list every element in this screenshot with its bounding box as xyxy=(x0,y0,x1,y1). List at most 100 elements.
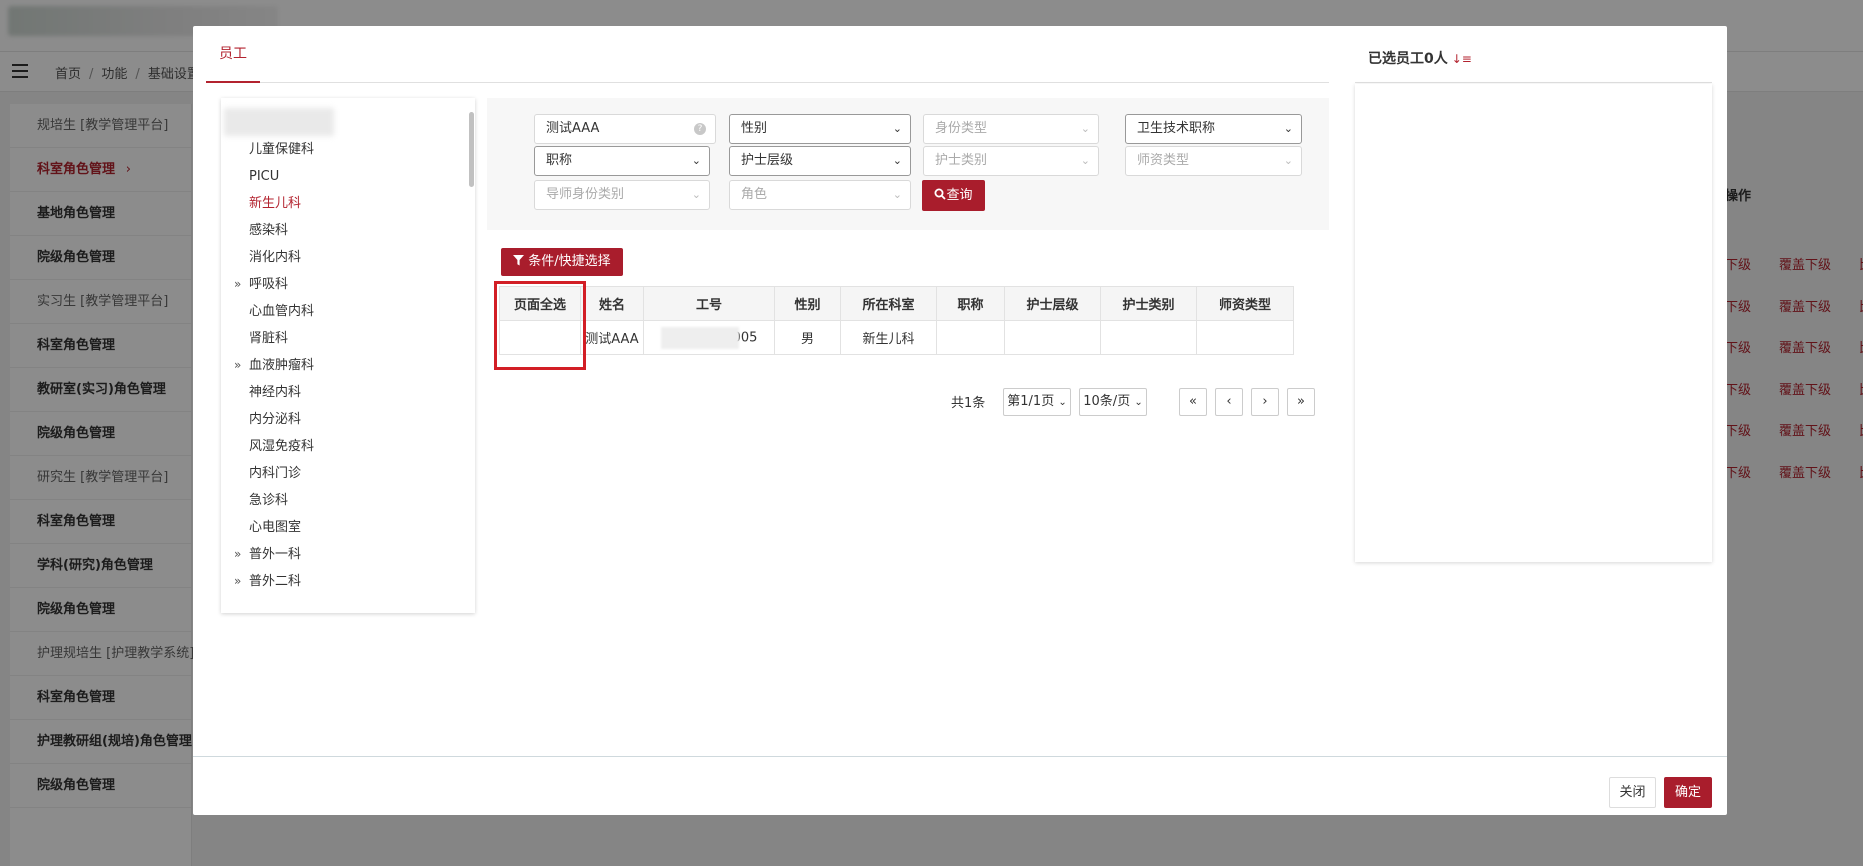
tree-item-label: 消化内科 xyxy=(249,250,302,265)
mentor-identity-select[interactable]: 导师身份类别 ⌄ xyxy=(534,180,710,210)
nurse-level-select[interactable]: 护士层级 ⌄ xyxy=(729,146,911,176)
page-size-select[interactable]: 10条/页 ⌄ xyxy=(1079,388,1147,416)
teacher-type-select[interactable]: 师资类型 ⌄ xyxy=(1125,146,1302,176)
tree-item[interactable]: 心血管内科 xyxy=(221,298,461,325)
tree-item[interactable]: 心电图室 xyxy=(221,514,461,541)
tree-item[interactable]: PICU xyxy=(221,163,461,190)
tree-item-label: 儿童保健科 xyxy=(249,142,315,157)
chevron-down-icon: ⌄ xyxy=(1080,122,1090,135)
tree-item[interactable]: 急诊科 xyxy=(221,487,461,514)
tree-item[interactable]: 肾脏科 xyxy=(221,325,461,352)
employee-table: 页面全选 姓名 工号 性别 所在科室 职称 护士层级 护士类别 师资类型 测试A… xyxy=(499,286,1294,355)
cell-department: 新生儿科 xyxy=(840,320,937,355)
header-title: 职称 xyxy=(936,286,1005,321)
tree-item[interactable]: 内分泌科 xyxy=(221,406,461,433)
employee-select-modal: 员工 儿童保健科 PICU 新生儿科 感染科 消化内科» 呼吸科 心血管内科 肾脏科» 血液肿瘤… xyxy=(193,26,1727,815)
tree-item[interactable]: » 普外二科 xyxy=(221,568,461,595)
close-button[interactable]: 关闭 xyxy=(1609,777,1656,808)
chevron-down-icon: ⌄ xyxy=(1058,397,1067,408)
selected-count-label: 已选员工0人 xyxy=(1368,51,1448,67)
expand-icon[interactable]: » xyxy=(234,352,241,379)
mentor-identity-placeholder: 导师身份类别 xyxy=(546,187,625,202)
tree-item-label: 肾脏科 xyxy=(249,331,289,346)
query-button[interactable]: 查询 xyxy=(922,180,985,211)
tree-item[interactable]: 神经内科 xyxy=(221,379,461,406)
prev-page-button[interactable]: ‹ xyxy=(1215,388,1243,416)
nurse-category-select[interactable]: 护士类别 ⌄ xyxy=(923,146,1099,176)
health-title-select-value: 卫生技术职称 xyxy=(1137,121,1216,136)
role-placeholder: 角色 xyxy=(741,187,768,202)
first-page-button[interactable]: « xyxy=(1179,388,1207,416)
page-select-value: 第1/1页 xyxy=(1007,394,1055,409)
tree-list: 儿童保健科 PICU 新生儿科感染科消化内科 » 呼吸科心血管内科肾脏科 » 血液肿瘤科神经… xyxy=(221,136,461,595)
cell-title xyxy=(936,320,1005,355)
header-name: 姓名 xyxy=(580,286,644,321)
modal-footer: 关闭 确定 xyxy=(193,756,1727,815)
chevron-down-icon: ⌄ xyxy=(892,188,902,201)
cell-nurse-category xyxy=(1100,320,1197,355)
employee-id-redacted xyxy=(660,326,739,349)
expand-icon[interactable]: » xyxy=(234,541,241,568)
tree-item-label: 普外一科 xyxy=(249,547,302,562)
page-select[interactable]: 第1/1页 ⌄ xyxy=(1003,388,1071,416)
tree-root-blurred[interactable] xyxy=(224,108,334,136)
tree-item[interactable]: 内科门诊 xyxy=(221,460,461,487)
header-nurse-category: 护士类别 xyxy=(1100,286,1197,321)
chevron-down-icon: ⌄ xyxy=(892,154,902,167)
selected-employees-list xyxy=(1355,84,1712,562)
last-page-button[interactable]: » xyxy=(1287,388,1315,416)
tree-item[interactable]: 儿童保健科 xyxy=(221,136,461,163)
table-row[interactable]: 测试AAA 005 男 新生儿科 xyxy=(499,320,1294,355)
tree-item[interactable]: 新生儿科 xyxy=(221,190,461,217)
tree-item[interactable]: » 血液肿瘤科 xyxy=(221,352,461,379)
filter-icon xyxy=(513,255,525,266)
tree-item-label: 普外二科 xyxy=(249,574,302,589)
gender-select-value: 性别 xyxy=(741,121,768,136)
confirm-button[interactable]: 确定 xyxy=(1664,777,1712,808)
nurse-category-placeholder: 护士类别 xyxy=(935,153,988,168)
tree-item[interactable]: 消化内科 xyxy=(221,244,461,271)
chevron-down-icon: ⌄ xyxy=(1134,397,1143,408)
tab-employee[interactable]: 员工 xyxy=(206,26,260,83)
tree-item[interactable]: 感染科 xyxy=(221,217,461,244)
tree-item[interactable]: » 呼吸科 xyxy=(221,271,461,298)
search-input-value: 测试AAA xyxy=(546,121,600,136)
identity-type-placeholder: 身份类型 xyxy=(935,121,988,136)
chevron-down-icon: ⌄ xyxy=(1283,122,1293,135)
chevron-down-icon: ⌄ xyxy=(1080,154,1090,167)
tree-item-label: 内分泌科 xyxy=(249,412,302,427)
next-page-button[interactable]: › xyxy=(1251,388,1279,416)
expand-icon[interactable]: » xyxy=(234,568,241,595)
search-input[interactable]: 测试AAA ? xyxy=(534,114,716,144)
cell-gender: 男 xyxy=(774,320,841,355)
nurse-level-select-value: 护士层级 xyxy=(741,153,794,168)
page-size-value: 10条/页 xyxy=(1083,394,1131,409)
select-all-highlight-box xyxy=(494,281,586,370)
tree-item-label: 血液肿瘤科 xyxy=(249,358,315,373)
gender-select[interactable]: 性别 ⌄ xyxy=(729,114,911,144)
help-icon[interactable]: ? xyxy=(694,123,706,135)
health-title-select[interactable]: 卫生技术职称 ⌄ xyxy=(1125,114,1302,144)
role-select[interactable]: 角色 ⌄ xyxy=(729,180,911,210)
header-nurse-level: 护士层级 xyxy=(1004,286,1101,321)
identity-type-select[interactable]: 身份类型 ⌄ xyxy=(923,114,1099,144)
condition-quick-select-button[interactable]: 条件/快捷选择 xyxy=(501,248,623,276)
pagination-total: 共1条 xyxy=(951,396,986,411)
condition-button-label: 条件/快捷选择 xyxy=(528,254,611,269)
tree-item[interactable]: » 普外一科 xyxy=(221,541,461,568)
tree-item-label: 心血管内科 xyxy=(249,304,315,319)
modal-tabs: 员工 xyxy=(206,26,1329,83)
selected-panel-title: 已选员工0人 ↓≡ xyxy=(1368,48,1472,68)
sort-icon[interactable]: ↓≡ xyxy=(1452,52,1472,66)
tree-item-label: 新生儿科 xyxy=(249,196,302,211)
header-teacher-type: 师资类型 xyxy=(1196,286,1294,321)
tree-scrollbar[interactable] xyxy=(469,112,474,187)
tree-item-label: PICU xyxy=(249,169,280,184)
tree-item-label: 内科门诊 xyxy=(249,466,302,481)
tree-item[interactable]: 风湿免疫科 xyxy=(221,433,461,460)
expand-icon[interactable]: » xyxy=(234,271,241,298)
search-icon xyxy=(934,188,947,200)
header-department: 所在科室 xyxy=(840,286,937,321)
job-title-select-value: 职称 xyxy=(546,153,573,168)
job-title-select[interactable]: 职称 ⌄ xyxy=(534,146,710,176)
